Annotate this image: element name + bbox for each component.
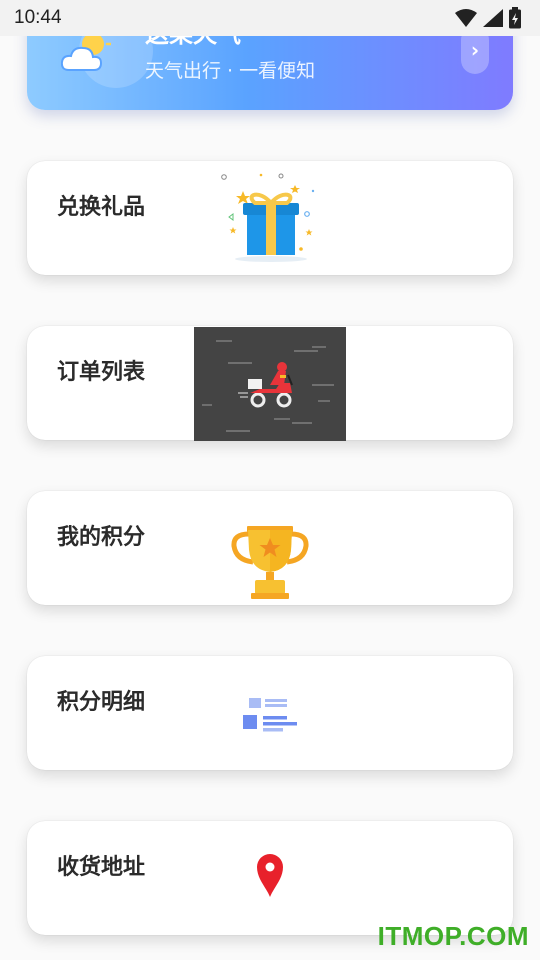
- status-bar: 10:44: [0, 0, 540, 36]
- menu-label-my-points: 我的积分: [57, 525, 146, 550]
- menu-card-order-list[interactable]: 订单列表: [27, 326, 513, 441]
- location-pin-icon: [257, 854, 283, 897]
- menu-card-exchange-gift[interactable]: 兑换礼品: [27, 161, 513, 275]
- status-time: 10:44: [14, 7, 62, 28]
- status-icons: [454, 7, 522, 29]
- battery-icon: [509, 7, 521, 29]
- menu-label-points-detail: 积分明细: [57, 690, 146, 715]
- signal-icon: [483, 9, 503, 27]
- weather-subtitle: 天气出行 · 一看便知: [145, 60, 316, 82]
- delivery-scooter-image: [194, 327, 346, 441]
- menu-card-my-points[interactable]: 我的积分: [27, 491, 513, 605]
- menu-card-points-detail[interactable]: 积分明细: [27, 656, 513, 770]
- menu-label-order-list: 订单列表: [57, 360, 146, 385]
- wifi-icon: [455, 9, 477, 27]
- menu-label-shipping-address: 收货地址: [57, 855, 146, 880]
- gift-icon: [221, 173, 315, 262]
- menu-card-shipping-address[interactable]: 收货地址: [27, 821, 513, 935]
- watermark: ITMOP.COM: [377, 921, 529, 951]
- screen: 这某天气 天气出行 · 一看便知 › 10:44 兑换礼品: [0, 0, 540, 960]
- menu-label-exchange-gift: 兑换礼品: [57, 195, 146, 220]
- list-detail-icon: [243, 698, 297, 732]
- weather-sun-cloud-icon: [61, 30, 111, 71]
- trophy-icon: [231, 526, 309, 599]
